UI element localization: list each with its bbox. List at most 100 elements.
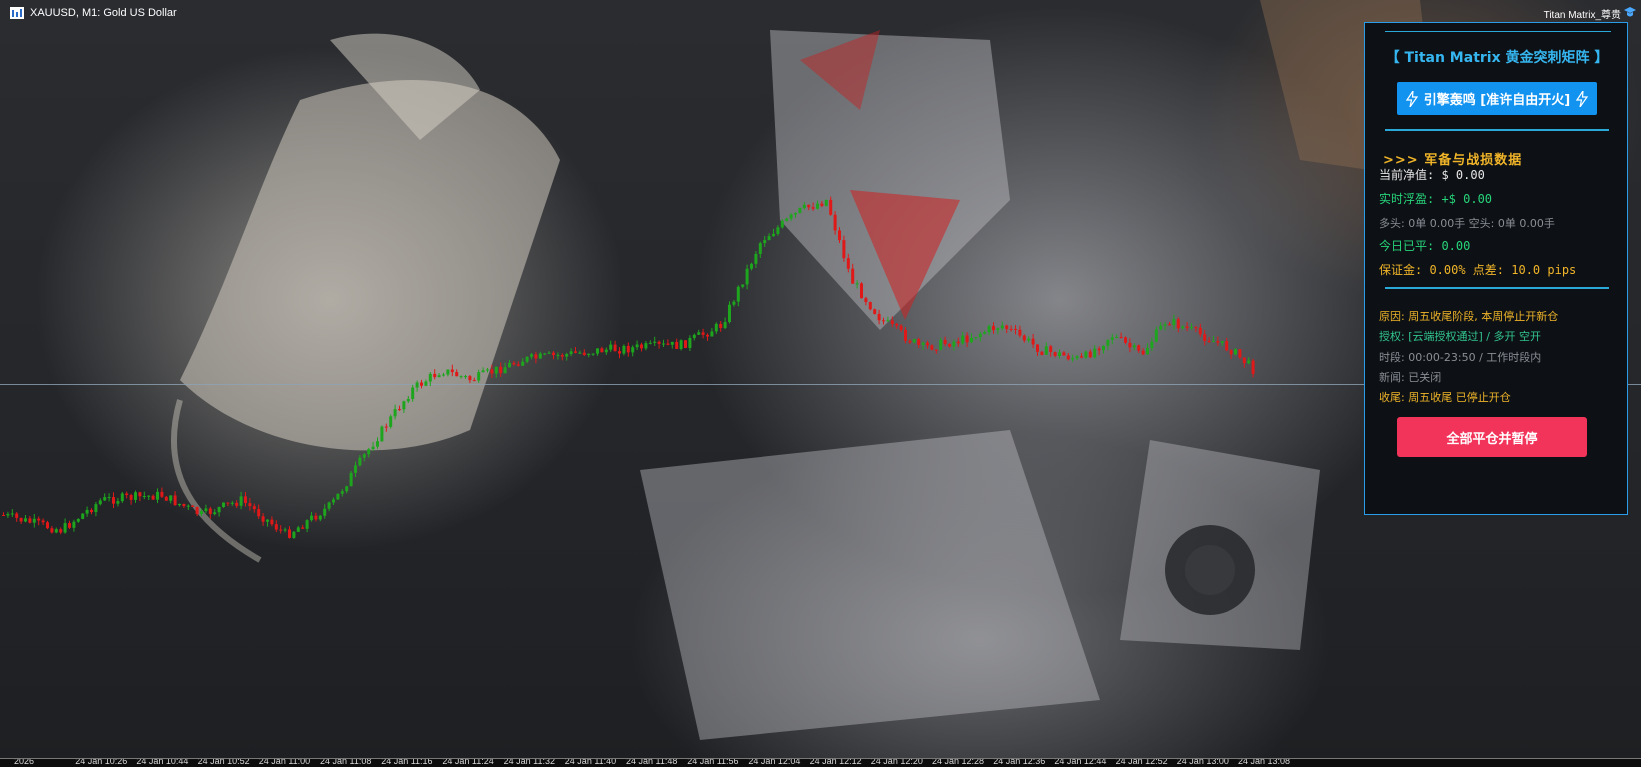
candle [578, 350, 582, 354]
candle [604, 347, 608, 355]
time-axis-label: 24 Jan 10:52 [197, 758, 250, 766]
graduation-cap-icon[interactable] [1623, 6, 1637, 18]
candle [842, 235, 846, 262]
candle [1242, 357, 1246, 368]
candle [851, 263, 855, 284]
candle [380, 425, 384, 442]
candle [1062, 350, 1066, 356]
candle [1229, 349, 1233, 359]
candle [1141, 348, 1145, 356]
candle [1225, 337, 1229, 352]
candle [1018, 325, 1022, 338]
candle [754, 251, 758, 268]
candle [125, 491, 129, 499]
candle [1216, 336, 1220, 347]
time-axis-label: 24 Jan 12:28 [932, 758, 985, 766]
candle [389, 414, 393, 429]
candle [864, 296, 868, 306]
time-axis-label: 24 Jan 10:44 [136, 758, 189, 766]
candle [442, 372, 445, 377]
candle [1185, 322, 1189, 332]
candle [41, 518, 45, 526]
candle [785, 217, 789, 222]
candle [2, 512, 5, 516]
candle [72, 519, 76, 532]
candle [336, 493, 340, 500]
engine-toggle-button[interactable]: 引擎轰鸣 [准许自由开火] [1397, 82, 1597, 115]
candle [745, 264, 749, 290]
time-axis-label: 24 Jan 11:40 [564, 758, 617, 766]
candle [191, 504, 195, 507]
candle [283, 527, 287, 533]
candle [270, 516, 274, 527]
candle [310, 511, 313, 522]
candle [890, 316, 894, 328]
candle [1150, 337, 1154, 352]
candle [494, 366, 498, 378]
candle [1176, 317, 1180, 333]
time-axis-label: 24 Jan 11:24 [442, 758, 494, 766]
candle [28, 515, 32, 524]
candle [1102, 345, 1105, 354]
candle [657, 340, 661, 349]
candle [1172, 314, 1176, 330]
candle [186, 504, 190, 511]
candle [1146, 343, 1149, 355]
candle [521, 358, 525, 366]
candle [455, 369, 459, 377]
candle [252, 503, 256, 513]
candle [965, 332, 969, 348]
candle [490, 364, 494, 378]
candle [10, 509, 14, 517]
candle [626, 342, 630, 357]
candle [824, 199, 828, 207]
candle [213, 509, 217, 516]
candle [138, 491, 142, 502]
candle [1036, 344, 1039, 356]
candle [701, 328, 705, 339]
candle [750, 262, 753, 271]
candle [772, 228, 775, 237]
candle [530, 353, 533, 360]
candle [917, 337, 921, 348]
candle [736, 285, 740, 307]
candle [1159, 322, 1163, 331]
candle [1137, 344, 1141, 354]
candle [895, 322, 899, 329]
candle [556, 352, 560, 360]
candle [1031, 334, 1035, 349]
candle [477, 369, 481, 383]
candle [499, 362, 503, 378]
candle [46, 520, 49, 530]
candle [420, 379, 423, 389]
candle [244, 491, 247, 507]
candle [560, 353, 564, 361]
candle [534, 351, 538, 364]
candle [164, 495, 168, 501]
candle [697, 329, 701, 335]
candle [596, 348, 599, 356]
time-axis-label: 24 Jan 12:44 [1054, 758, 1107, 766]
candle [688, 335, 692, 352]
candle [714, 322, 718, 334]
candle [327, 501, 331, 512]
candle [332, 497, 335, 506]
candle [1084, 350, 1088, 359]
engine-button-label: 引擎轰鸣 [准许自由开火] [1423, 93, 1571, 108]
candle [802, 201, 806, 210]
candle [235, 500, 239, 508]
panel-title: 【 Titan Matrix 黄金突刺矩阵 】 [1385, 50, 1609, 66]
close-all-and-pause-button[interactable]: 全部平仓并暂停 [1397, 417, 1587, 457]
candle [345, 485, 349, 494]
candle [1203, 330, 1207, 346]
candle [1247, 357, 1251, 365]
candle [151, 494, 155, 500]
candle [723, 317, 727, 330]
candle [1220, 341, 1224, 346]
candle [112, 492, 115, 508]
candle [50, 525, 54, 534]
candle [481, 367, 485, 373]
candle [912, 338, 916, 344]
candle [618, 347, 621, 359]
candle [543, 352, 547, 356]
